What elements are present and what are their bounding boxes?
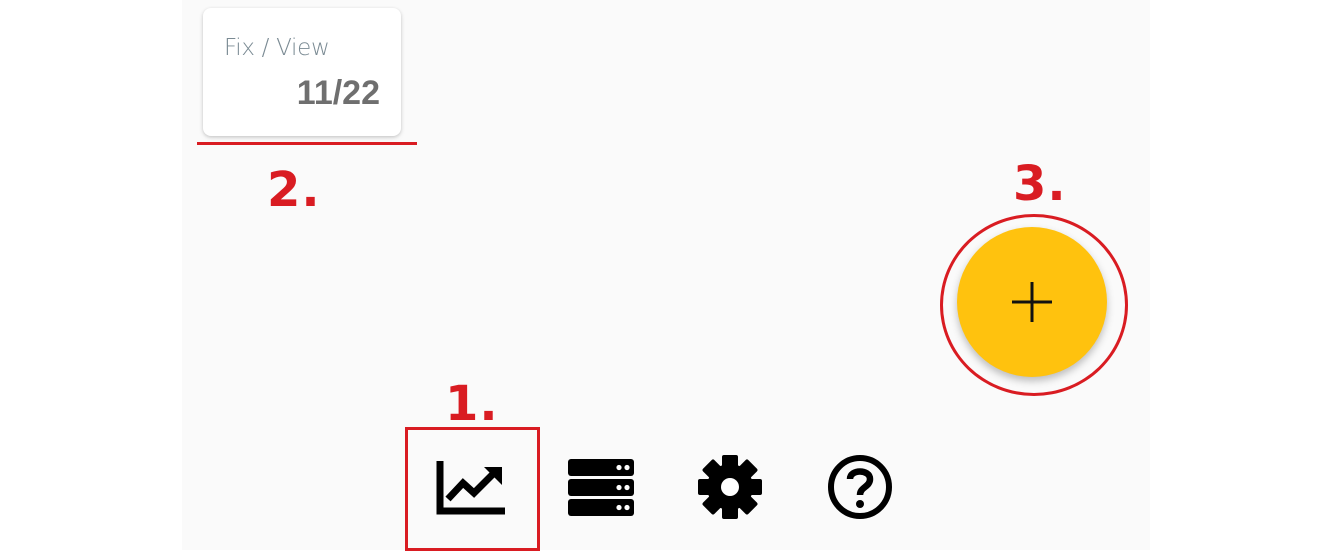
help-circle-icon bbox=[828, 455, 892, 519]
stat-label: Fix / View bbox=[224, 35, 330, 61]
stat-value: 11/22 bbox=[296, 74, 380, 112]
annotation-underline bbox=[197, 142, 417, 145]
plus-icon bbox=[1012, 282, 1052, 322]
annotation-label-2: 2. bbox=[267, 162, 321, 218]
nav-statistics[interactable] bbox=[432, 447, 512, 527]
add-button[interactable] bbox=[957, 227, 1107, 377]
server-icon bbox=[568, 459, 634, 516]
chart-trend-icon bbox=[436, 461, 505, 515]
gear-icon bbox=[698, 455, 762, 519]
fix-view-card[interactable]: Fix / View 11/22 bbox=[203, 8, 401, 136]
nav-settings[interactable] bbox=[690, 447, 770, 527]
annotation-label-3: 3. bbox=[1013, 156, 1067, 212]
nav-help[interactable] bbox=[820, 447, 900, 527]
annotation-label-1: 1. bbox=[445, 376, 499, 432]
nav-data[interactable] bbox=[561, 447, 641, 527]
